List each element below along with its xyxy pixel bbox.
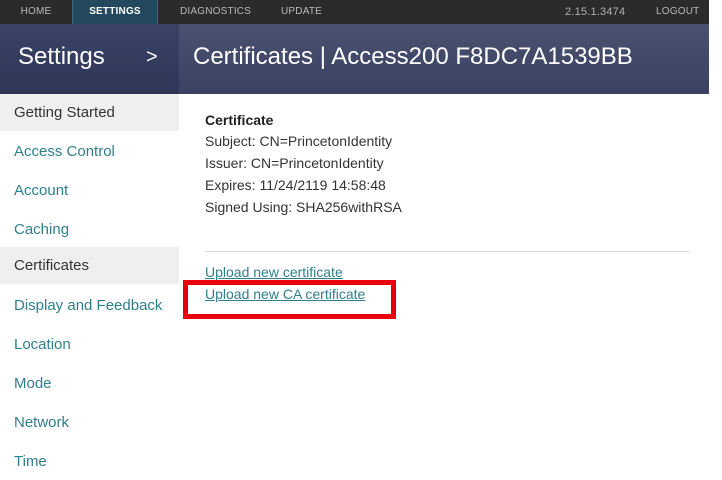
sidebar-item-network[interactable]: Network bbox=[0, 404, 179, 441]
nav-settings-tab[interactable]: SETTINGS bbox=[72, 0, 158, 24]
main-content: Certificate Subject: CN=PrincetonIdentit… bbox=[179, 94, 709, 480]
sidebar-item-account[interactable]: Account bbox=[0, 172, 179, 209]
upload-certificate-link[interactable]: Upload new certificate bbox=[205, 264, 343, 280]
top-nav-bar: HOME SETTINGS DIAGNOSTICS UPDATE 2.15.1.… bbox=[0, 0, 709, 24]
settings-header-section: Settings > bbox=[0, 24, 179, 94]
sidebar-item-display-and-feedback[interactable]: Display and Feedback bbox=[0, 287, 179, 324]
sidebar-item-getting-started[interactable]: Getting Started bbox=[0, 94, 179, 131]
sidebar-item-caching[interactable]: Caching bbox=[0, 211, 179, 248]
logout-link[interactable]: LOGOUT bbox=[656, 0, 699, 24]
chevron-right-icon[interactable]: > bbox=[146, 46, 158, 69]
sidebar: Getting Started Access Control Account C… bbox=[0, 94, 179, 480]
upload-ca-certificate-link[interactable]: Upload new CA certificate bbox=[205, 286, 365, 302]
sidebar-item-mode[interactable]: Mode bbox=[0, 365, 179, 402]
sidebar-item-certificates[interactable]: Certificates bbox=[0, 247, 179, 284]
content-divider bbox=[205, 251, 689, 252]
version-label: 2.15.1.3474 bbox=[565, 6, 626, 18]
certificate-issuer: Issuer: CN=PrincetonIdentity bbox=[205, 155, 384, 171]
page-title: Certificates | Access200 F8DC7A1539BB bbox=[193, 43, 633, 70]
settings-heading: Settings bbox=[18, 43, 105, 70]
certificate-expires: Expires: 11/24/2119 14:58:48 bbox=[205, 177, 386, 193]
sidebar-item-location[interactable]: Location bbox=[0, 326, 179, 363]
certificate-subject: Subject: CN=PrincetonIdentity bbox=[205, 133, 393, 149]
nav-home-tab[interactable]: HOME bbox=[0, 0, 72, 24]
certificate-heading: Certificate bbox=[205, 112, 274, 128]
sidebar-item-time[interactable]: Time bbox=[0, 443, 179, 480]
sidebar-item-access-control[interactable]: Access Control bbox=[0, 133, 179, 170]
certificate-signed-using: Signed Using: SHA256withRSA bbox=[205, 199, 402, 215]
page-header: Settings > Certificates | Access200 F8DC… bbox=[0, 24, 709, 94]
nav-update-tab[interactable]: UPDATE bbox=[281, 0, 322, 24]
nav-diagnostics-tab[interactable]: DIAGNOSTICS bbox=[180, 0, 251, 24]
